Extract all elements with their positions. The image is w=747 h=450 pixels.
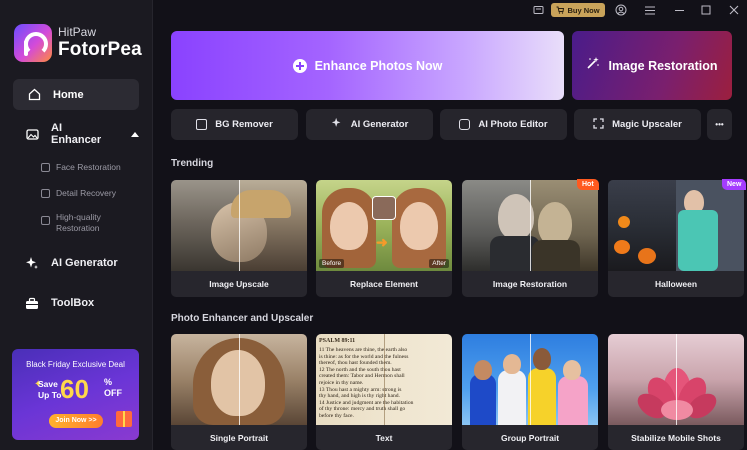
ai-photo-editor-button[interactable]: AI Photo Editor bbox=[440, 109, 567, 140]
card-thumbnail bbox=[608, 334, 744, 425]
hot-badge: Hot bbox=[577, 179, 599, 190]
bg-remover-icon bbox=[196, 119, 208, 130]
image-restoration-label: Image Restoration bbox=[608, 58, 718, 73]
face-icon bbox=[41, 163, 50, 172]
promo-off: % OFF bbox=[104, 377, 122, 398]
app-window: HitPaw FotorPea Home AI Enhancer Face Re… bbox=[0, 0, 747, 450]
promo-save: Save Up To bbox=[38, 379, 62, 400]
gift-icon bbox=[116, 411, 132, 427]
buy-now-button[interactable]: Buy Now bbox=[551, 3, 605, 17]
minimize-icon[interactable] bbox=[673, 3, 687, 17]
card-image-upscale[interactable]: Image Upscale bbox=[171, 180, 307, 297]
card-caption: Replace Element bbox=[349, 279, 419, 289]
plus-icon bbox=[292, 58, 307, 73]
section-title-photo-enhancer: Photo Enhancer and Upscaler bbox=[171, 313, 314, 324]
card-thumbnail bbox=[171, 180, 307, 271]
restore-icon bbox=[41, 216, 50, 225]
card-caption: Text bbox=[375, 433, 393, 443]
subitem-label: High-quality Restoration bbox=[56, 212, 101, 233]
card-caption: Single Portrait bbox=[209, 433, 269, 443]
card-thumbnail bbox=[462, 334, 598, 425]
magic-upscaler-button[interactable]: Magic Upscaler bbox=[574, 109, 701, 140]
card-stabilize-mobile-shots[interactable]: Stabilize Mobile Shots bbox=[608, 334, 744, 450]
more-icon: ••• bbox=[715, 120, 724, 129]
card-thumbnail bbox=[608, 180, 744, 271]
cart-icon bbox=[556, 6, 565, 14]
sidebar-item-toolbox[interactable]: ToolBox bbox=[13, 291, 139, 315]
buy-now-label: Buy Now bbox=[567, 5, 600, 15]
subitem-label: Detail Recovery bbox=[56, 188, 116, 198]
card-text[interactable]: PSALM 89:11 11 The heavens are thine, th… bbox=[316, 334, 452, 450]
sidebar-subitem-face-restoration[interactable]: Face Restoration bbox=[41, 162, 121, 173]
brand-name: FotorPea bbox=[58, 39, 142, 60]
card-halloween[interactable]: Halloween bbox=[608, 180, 744, 297]
card-thumbnail bbox=[171, 334, 307, 425]
card-thumbnail bbox=[462, 180, 598, 271]
card-caption: Halloween bbox=[654, 279, 698, 289]
before-label: Before bbox=[319, 259, 345, 268]
expand-icon bbox=[593, 117, 604, 132]
image-enhance-icon bbox=[25, 127, 39, 141]
maximize-icon[interactable] bbox=[699, 3, 713, 17]
sidebar-item-ai-enhancer[interactable]: AI Enhancer bbox=[13, 122, 139, 146]
flower-image bbox=[637, 368, 717, 420]
sidebar-item-label: AI Generator bbox=[51, 257, 118, 269]
sidebar: HitPaw FotorPea Home AI Enhancer Face Re… bbox=[0, 0, 153, 450]
toolbox-icon bbox=[25, 296, 39, 310]
card-replace-element[interactable]: ➜ Before After Replace Element bbox=[316, 180, 452, 297]
card-caption: Image Restoration bbox=[492, 279, 568, 289]
enhance-photos-button[interactable]: Enhance Photos Now bbox=[171, 31, 564, 100]
app-logo: HitPaw FotorPea bbox=[14, 24, 142, 62]
sparkle-icon bbox=[331, 117, 343, 132]
promo-title: Black Friday Exclusive Deal bbox=[26, 360, 125, 369]
account-icon[interactable] bbox=[614, 3, 628, 17]
title-bar: Buy Now bbox=[153, 0, 747, 20]
sidebar-item-label: Home bbox=[53, 88, 84, 101]
tool-label: AI Photo Editor bbox=[478, 119, 548, 130]
card-image-restoration[interactable]: Image Restoration bbox=[462, 180, 598, 297]
promo-number: 60 bbox=[60, 374, 89, 404]
collapse-icon[interactable] bbox=[131, 131, 139, 137]
brand-small: HitPaw bbox=[58, 25, 97, 39]
close-icon[interactable] bbox=[727, 3, 741, 17]
ai-generator-button[interactable]: AI Generator bbox=[306, 109, 433, 140]
black-friday-promo[interactable]: Black Friday Exclusive Deal ✦ Save Up To … bbox=[12, 349, 139, 440]
home-icon bbox=[27, 88, 41, 102]
card-thumbnail: ➜ Before After bbox=[316, 180, 452, 271]
sidebar-subitem-hq-restoration[interactable]: High-quality Restoration bbox=[41, 212, 101, 234]
photo-editor-icon bbox=[459, 119, 471, 130]
section-title-trending: Trending bbox=[171, 158, 214, 169]
sparkle-icon bbox=[25, 256, 39, 270]
bg-remover-button[interactable]: BG Remover bbox=[171, 109, 298, 140]
arrow-right-icon: ➜ bbox=[376, 234, 388, 250]
sidebar-item-home[interactable]: Home bbox=[13, 79, 139, 110]
card-group-portrait[interactable]: Group Portrait bbox=[462, 334, 598, 450]
logo-icon bbox=[14, 24, 52, 62]
card-thumbnail: PSALM 89:11 11 The heavens are thine, th… bbox=[316, 334, 452, 425]
text-sample-heading: PSALM 89:11 bbox=[319, 338, 356, 344]
card-caption: Image Upscale bbox=[209, 279, 269, 289]
card-caption: Stabilize Mobile Shots bbox=[631, 433, 721, 443]
detail-icon bbox=[41, 189, 50, 198]
join-now-button[interactable]: Join Now >> bbox=[49, 414, 103, 428]
enhance-photos-label: Enhance Photos Now bbox=[314, 58, 443, 73]
card-caption: Group Portrait bbox=[500, 433, 560, 443]
feedback-icon[interactable] bbox=[531, 3, 545, 17]
sidebar-item-ai-generator[interactable]: AI Generator bbox=[13, 251, 139, 275]
sidebar-item-label: AI Enhancer bbox=[51, 122, 102, 146]
sidebar-subitem-detail-recovery[interactable]: Detail Recovery bbox=[41, 188, 116, 199]
sidebar-item-label: ToolBox bbox=[51, 297, 95, 309]
subitem-label: Face Restoration bbox=[56, 162, 121, 172]
new-badge: New bbox=[722, 179, 747, 190]
tool-label: BG Remover bbox=[215, 119, 273, 130]
menu-icon[interactable] bbox=[643, 3, 657, 17]
image-restoration-button[interactable]: Image Restoration bbox=[572, 31, 732, 100]
tool-label: Magic Upscaler bbox=[612, 119, 682, 130]
tool-label: AI Generator bbox=[350, 119, 409, 130]
card-single-portrait[interactable]: Single Portrait bbox=[171, 334, 307, 450]
magic-wand-icon bbox=[586, 56, 600, 75]
more-tools-button[interactable]: ••• bbox=[707, 109, 732, 140]
after-label: After bbox=[429, 259, 449, 268]
